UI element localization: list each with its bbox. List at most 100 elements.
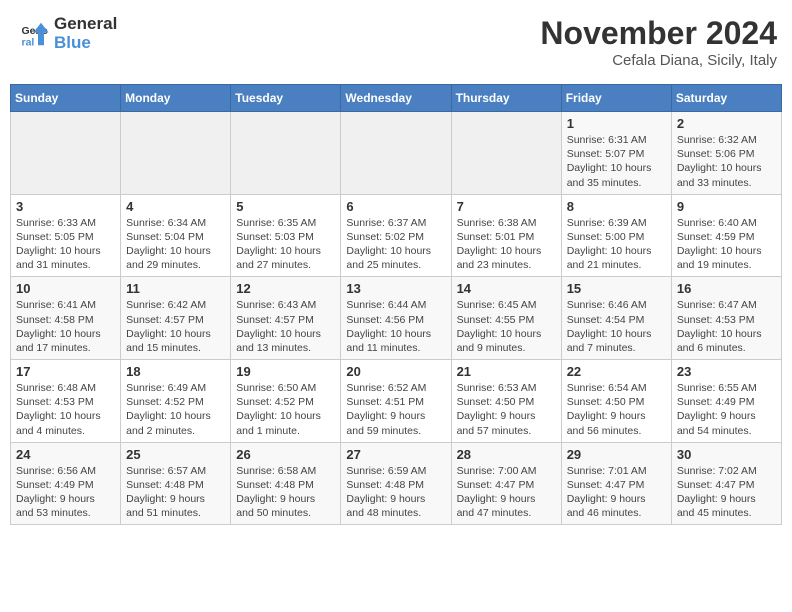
logo-icon: Gene ral — [20, 19, 50, 49]
day-number: 18 — [126, 364, 225, 379]
day-number: 1 — [567, 116, 666, 131]
logo-text-line1: General — [54, 15, 117, 34]
calendar-cell: 13Sunrise: 6:44 AMSunset: 4:56 PMDayligh… — [341, 277, 451, 360]
calendar-cell — [121, 112, 231, 195]
day-number: 28 — [457, 447, 556, 462]
day-info: Sunrise: 7:02 AMSunset: 4:47 PMDaylight:… — [677, 464, 776, 521]
day-info: Sunrise: 6:43 AMSunset: 4:57 PMDaylight:… — [236, 298, 335, 355]
weekday-header-tuesday: Tuesday — [231, 85, 341, 112]
calendar-cell: 19Sunrise: 6:50 AMSunset: 4:52 PMDayligh… — [231, 360, 341, 443]
day-info: Sunrise: 6:45 AMSunset: 4:55 PMDaylight:… — [457, 298, 556, 355]
day-info: Sunrise: 6:54 AMSunset: 4:50 PMDaylight:… — [567, 381, 666, 438]
day-number: 17 — [16, 364, 115, 379]
day-info: Sunrise: 6:52 AMSunset: 4:51 PMDaylight:… — [346, 381, 445, 438]
location-subtitle: Cefala Diana, Sicily, Italy — [540, 52, 777, 69]
calendar-cell — [341, 112, 451, 195]
calendar-cell: 6 Sunrise: 6:37 AMSunset: 5:02 PMDaylight… — [341, 194, 451, 277]
weekday-header-saturday: Saturday — [671, 85, 781, 112]
day-number: 12 — [236, 281, 335, 296]
day-info: Sunrise: 6:37 AMSunset: 5:02 PMDaylight:… — [346, 216, 445, 273]
day-info: Sunrise: 6:50 AMSunset: 4:52 PMDaylight:… — [236, 381, 335, 438]
day-info: Sunrise: 6:31 AMSunset: 5:07 PMDaylight:… — [567, 133, 666, 190]
day-info: Sunrise: 6:40 AMSunset: 4:59 PMDaylight:… — [677, 216, 776, 273]
day-number: 30 — [677, 447, 776, 462]
calendar-cell — [11, 112, 121, 195]
day-number: 13 — [346, 281, 445, 296]
day-number: 29 — [567, 447, 666, 462]
day-number: 24 — [16, 447, 115, 462]
day-number: 25 — [126, 447, 225, 462]
calendar-cell: 3Sunrise: 6:33 AMSunset: 5:05 PMDaylight… — [11, 194, 121, 277]
calendar-week-5: 24 Sunrise: 6:56 AMSunset: 4:49 PMDayligh… — [11, 442, 782, 525]
calendar-cell — [451, 112, 561, 195]
calendar-week-2: 3Sunrise: 6:33 AMSunset: 5:05 PMDaylight… — [11, 194, 782, 277]
day-info: Sunrise: 6:56 AMSunset: 4:49 PMDaylight:… — [16, 464, 115, 521]
calendar-cell: 11Sunrise: 6:42 AMSunset: 4:57 PMDayligh… — [121, 277, 231, 360]
day-info: Sunrise: 6:48 AMSunset: 4:53 PMDaylight:… — [16, 381, 115, 438]
day-number: 26 — [236, 447, 335, 462]
day-info: Sunrise: 6:33 AMSunset: 5:05 PMDaylight:… — [16, 216, 115, 273]
calendar-cell: 25 Sunrise: 6:57 AMSunset: 4:48 PMDayligh… — [121, 442, 231, 525]
day-info: Sunrise: 6:57 AMSunset: 4:48 PMDaylight:… — [126, 464, 225, 521]
calendar-cell: 10 Sunrise: 6:41 AMSunset: 4:58 PMDayligh… — [11, 277, 121, 360]
weekday-header-friday: Friday — [561, 85, 671, 112]
weekday-header-wednesday: Wednesday — [341, 85, 451, 112]
calendar-cell: 16 Sunrise: 6:47 AMSunset: 4:53 PMDayligh… — [671, 277, 781, 360]
day-info: Sunrise: 6:49 AMSunset: 4:52 PMDaylight:… — [126, 381, 225, 438]
page-header: Gene ral General Blue November 2024 Cefa… — [10, 10, 782, 74]
day-number: 14 — [457, 281, 556, 296]
day-info: Sunrise: 6:34 AMSunset: 5:04 PMDaylight:… — [126, 216, 225, 273]
day-number: 10 — [16, 281, 115, 296]
day-info: Sunrise: 6:58 AMSunset: 4:48 PMDaylight:… — [236, 464, 335, 521]
day-number: 16 — [677, 281, 776, 296]
calendar-cell: 18 Sunrise: 6:49 AMSunset: 4:52 PMDayligh… — [121, 360, 231, 443]
logo: Gene ral General Blue — [20, 15, 117, 52]
day-number: 6 — [346, 199, 445, 214]
day-number: 2 — [677, 116, 776, 131]
calendar-cell: 21Sunrise: 6:53 AMSunset: 4:50 PMDayligh… — [451, 360, 561, 443]
svg-text:ral: ral — [22, 36, 35, 48]
day-info: Sunrise: 6:39 AMSunset: 5:00 PMDaylight:… — [567, 216, 666, 273]
day-info: Sunrise: 6:42 AMSunset: 4:57 PMDaylight:… — [126, 298, 225, 355]
calendar-cell: 26 Sunrise: 6:58 AMSunset: 4:48 PMDayligh… — [231, 442, 341, 525]
calendar-cell: 30 Sunrise: 7:02 AMSunset: 4:47 PMDayligh… — [671, 442, 781, 525]
day-info: Sunrise: 7:01 AMSunset: 4:47 PMDaylight:… — [567, 464, 666, 521]
day-number: 9 — [677, 199, 776, 214]
calendar-cell: 14 Sunrise: 6:45 AMSunset: 4:55 PMDayligh… — [451, 277, 561, 360]
calendar-cell: 15 Sunrise: 6:46 AMSunset: 4:54 PMDayligh… — [561, 277, 671, 360]
calendar-week-3: 10 Sunrise: 6:41 AMSunset: 4:58 PMDayligh… — [11, 277, 782, 360]
day-info: Sunrise: 7:00 AMSunset: 4:47 PMDaylight:… — [457, 464, 556, 521]
day-number: 20 — [346, 364, 445, 379]
day-info: Sunrise: 6:41 AMSunset: 4:58 PMDaylight:… — [16, 298, 115, 355]
calendar-cell: 22Sunrise: 6:54 AMSunset: 4:50 PMDayligh… — [561, 360, 671, 443]
weekday-header-monday: Monday — [121, 85, 231, 112]
calendar-cell: 1 Sunrise: 6:31 AMSunset: 5:07 PMDaylight… — [561, 112, 671, 195]
calendar-week-4: 17 Sunrise: 6:48 AMSunset: 4:53 PMDayligh… — [11, 360, 782, 443]
calendar-cell: 27Sunrise: 6:59 AMSunset: 4:48 PMDayligh… — [341, 442, 451, 525]
month-title: November 2024 — [540, 15, 777, 52]
calendar-cell: 24 Sunrise: 6:56 AMSunset: 4:49 PMDayligh… — [11, 442, 121, 525]
day-number: 15 — [567, 281, 666, 296]
day-info: Sunrise: 6:46 AMSunset: 4:54 PMDaylight:… — [567, 298, 666, 355]
day-number: 8 — [567, 199, 666, 214]
day-number: 23 — [677, 364, 776, 379]
day-info: Sunrise: 6:32 AMSunset: 5:06 PMDaylight:… — [677, 133, 776, 190]
calendar-cell: 17 Sunrise: 6:48 AMSunset: 4:53 PMDayligh… — [11, 360, 121, 443]
logo-text-line2: Blue — [54, 34, 117, 53]
calendar-cell: 28 Sunrise: 7:00 AMSunset: 4:47 PMDayligh… — [451, 442, 561, 525]
calendar-cell: 20 Sunrise: 6:52 AMSunset: 4:51 PMDayligh… — [341, 360, 451, 443]
day-info: Sunrise: 6:38 AMSunset: 5:01 PMDaylight:… — [457, 216, 556, 273]
day-info: Sunrise: 6:55 AMSunset: 4:49 PMDaylight:… — [677, 381, 776, 438]
day-info: Sunrise: 6:47 AMSunset: 4:53 PMDaylight:… — [677, 298, 776, 355]
weekday-header-sunday: Sunday — [11, 85, 121, 112]
calendar-cell: 23 Sunrise: 6:55 AMSunset: 4:49 PMDayligh… — [671, 360, 781, 443]
day-number: 7 — [457, 199, 556, 214]
calendar-cell: 8 Sunrise: 6:39 AMSunset: 5:00 PMDaylight… — [561, 194, 671, 277]
calendar-header: SundayMondayTuesdayWednesdayThursdayFrid… — [11, 85, 782, 112]
title-block: November 2024 Cefala Diana, Sicily, Ital… — [540, 15, 777, 69]
calendar-cell: 4Sunrise: 6:34 AMSunset: 5:04 PMDaylight… — [121, 194, 231, 277]
calendar-cell: 9 Sunrise: 6:40 AMSunset: 4:59 PMDaylight… — [671, 194, 781, 277]
calendar-cell: 5Sunrise: 6:35 AMSunset: 5:03 PMDaylight… — [231, 194, 341, 277]
day-number: 21 — [457, 364, 556, 379]
calendar-cell: 12 Sunrise: 6:43 AMSunset: 4:57 PMDayligh… — [231, 277, 341, 360]
